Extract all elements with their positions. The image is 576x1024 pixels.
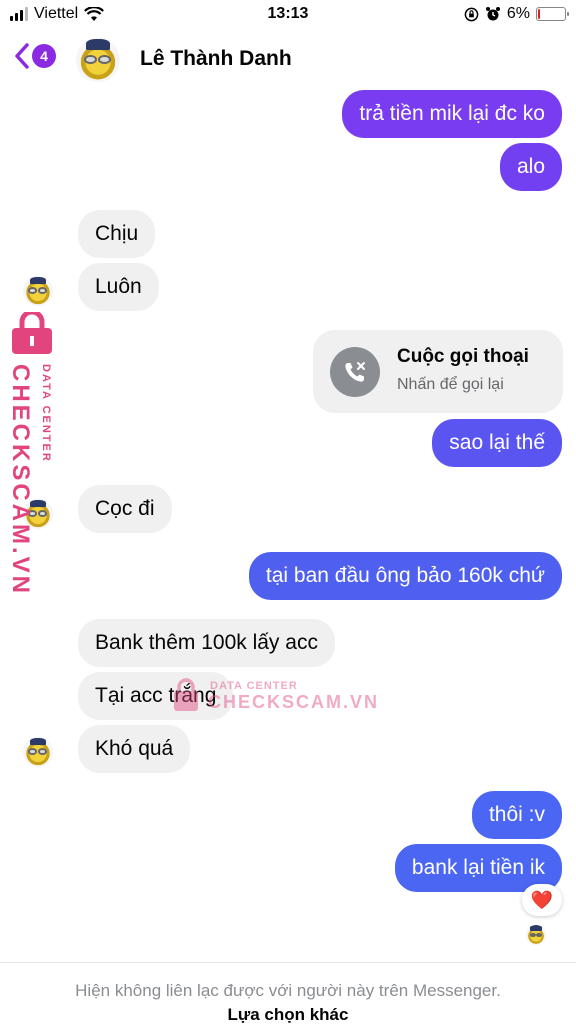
outgoing-message[interactable]: tại ban đầu ông bảo 160k chứ [248,552,562,600]
other-options-button[interactable]: Lựa chọn khác [0,1005,576,1024]
seen-avatar [526,925,546,945]
incoming-message[interactable]: Luôn [78,263,159,311]
chevron-left-icon [15,43,29,69]
missed-call-icon [330,347,380,397]
battery-percent: 6% [506,5,530,22]
incoming-message[interactable]: Khó quá [78,725,191,773]
incoming-message[interactable]: Bank thêm 100k lấy acc [78,619,335,667]
incoming-message[interactable]: Chịu [78,210,156,258]
call-title: Cuộc gọi thoại [397,346,529,367]
watermark-tag: DATA CENTER [210,680,298,692]
outgoing-message[interactable]: thôi :v [471,791,562,839]
watermark-brand: CHECKSCAM.VN [7,364,34,597]
contact-avatar[interactable] [76,38,120,82]
alarm-icon [485,7,500,21]
sender-avatar [23,737,53,767]
call-subtitle: Nhấn để gọi lại [397,376,504,393]
chat-header: 4 Lê Thành Danh [0,30,576,90]
watermark: CHECKSCAM.VN DATA CENTER [4,312,62,596]
footer: Hiện không liên lạc được với người này t… [0,962,576,1024]
watermark-center: DATA CENTER CHECKSCAM.VN [170,672,377,718]
outgoing-message[interactable]: sao lại thế [432,419,562,467]
lock-icon [174,678,198,711]
back-button[interactable]: 4 [14,42,56,70]
outgoing-message[interactable]: trả tiền mik lại đc ko [342,90,562,138]
lock-icon [12,312,52,354]
heart-reaction-icon[interactable]: ❤️ [522,884,562,916]
outgoing-message[interactable]: alo [499,143,562,191]
watermark-brand: CHECKSCAM.VN [208,692,380,712]
rotation-lock-icon [464,7,479,21]
battery-icon [536,7,569,21]
sender-avatar [23,276,53,306]
watermark-tag: DATA CENTER [40,364,52,463]
status-bar: Viettel 13:13 6% [0,0,576,30]
contact-name[interactable]: Lê Thành Danh [140,47,292,71]
incoming-message[interactable]: Cọc đi [78,485,172,533]
missed-call-card[interactable]: Cuộc gọi thoại Nhấn để gọi lại [313,330,563,413]
unavailable-notice: Hiện không liên lạc được với người này t… [75,981,501,1000]
unread-count-badge: 4 [32,44,56,68]
